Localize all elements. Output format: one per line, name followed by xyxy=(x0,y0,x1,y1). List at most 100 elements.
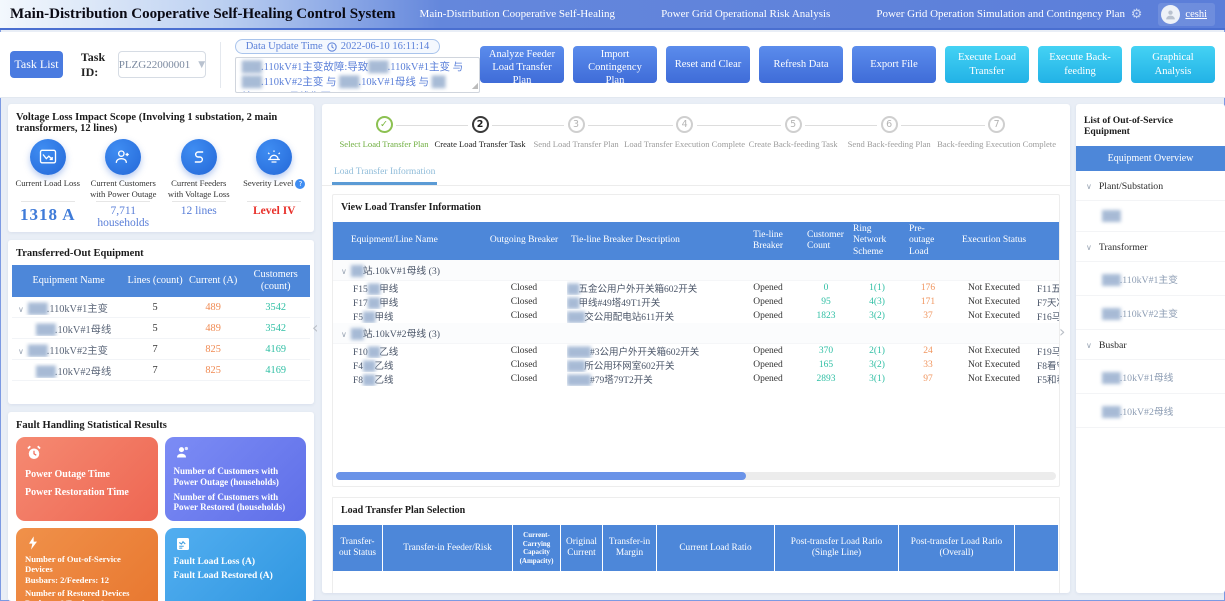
tree-item-busbar1[interactable]: ███.10kV#1母线 xyxy=(1076,360,1225,394)
step-send-backfeed-plan[interactable]: 6 Send Back-feeding Plan xyxy=(841,116,937,149)
toolbar: Task List Task ID: PLZG22000001 ▼ Data U… xyxy=(0,32,1225,98)
redacted-station: ███ xyxy=(339,77,358,88)
execute-back-feeding-button[interactable]: Execute Back-feeding xyxy=(1038,46,1122,83)
table-row[interactable]: ∨███.110kV#2主变 7 825 4169 xyxy=(12,339,310,360)
scrollbar-thumb[interactable] xyxy=(336,472,746,480)
graphical-analysis-button[interactable]: Graphical Analysis xyxy=(1131,46,1215,83)
redacted-station: ███ xyxy=(368,62,387,73)
chevron-down-icon[interactable]: ∨ xyxy=(341,267,347,276)
card-line: Fault Load Restored (A) xyxy=(174,571,298,581)
tree-busbar[interactable]: ∨Busbar xyxy=(1076,330,1225,360)
col-lines-count: Lines (count) xyxy=(125,275,185,287)
col-customers-count: Customers (count) xyxy=(241,269,310,293)
task-id-select[interactable]: PLZG22000001 ▼ xyxy=(118,51,206,78)
redacted-station: ██ xyxy=(432,77,445,88)
alarm-clock-icon xyxy=(25,444,43,462)
app-header: Main-Distribution Cooperative Self-Heali… xyxy=(0,0,1225,30)
nav-self-healing[interactable]: Main-Distribution Cooperative Self-Heali… xyxy=(420,8,616,20)
import-contingency-plan-button[interactable]: Import Contingency Plan xyxy=(573,46,657,83)
tree-item-substation[interactable]: ███ xyxy=(1076,201,1225,232)
step-backfeed-complete[interactable]: 7 Back-feeding Execution Complete xyxy=(937,116,1056,149)
step-select-plan[interactable]: ✓ Select Load Transfer Plan xyxy=(336,116,432,149)
data-update-group: Data Update Time 2022-06-10 16:11:14 ███… xyxy=(235,36,480,93)
chevron-down-icon: ∨ xyxy=(1086,243,1092,252)
reset-and-clear-button[interactable]: Reset and Clear xyxy=(666,46,750,83)
table-row[interactable]: F8██乙线 Closed ████#79塔79T2开关 Opened 2893… xyxy=(333,372,1059,386)
export-file-button[interactable]: Export File xyxy=(852,46,936,83)
group-row-busbar1[interactable]: ∨██站.10kV#1母线 (3) xyxy=(333,260,1059,281)
fault-text: .110kV#1主变 与 xyxy=(388,62,463,73)
step-create-backfeed-task[interactable]: 5 Create Back-feeding Task xyxy=(745,116,841,149)
view-table-hscrollbar[interactable] xyxy=(336,472,1056,480)
fault-load-icon xyxy=(174,535,192,553)
help-icon[interactable]: ? xyxy=(295,179,305,189)
tree-item-transformer1[interactable]: ███.110kV#1主变 xyxy=(1076,262,1225,296)
stat-severity-level: Severity Level? Level IV xyxy=(237,138,313,229)
stat-current-load-loss: Current Load Loss 1318 A xyxy=(10,138,86,229)
fault-load-card: Fault Load Loss (A) Fault Load Restored … xyxy=(165,528,307,601)
nav-simulation-contingency[interactable]: Power Grid Operation Simulation and Cont… xyxy=(876,8,1125,20)
stat-label: Current Load Loss xyxy=(10,178,86,199)
step-circle: 6 xyxy=(881,116,898,133)
plan-selection-section: Load Transfer Plan Selection Transfer-ou… xyxy=(332,497,1060,593)
redacted-station: ███ xyxy=(242,62,261,73)
tree-transformer[interactable]: ∨Transformer xyxy=(1076,232,1225,262)
severity-level-icon xyxy=(256,139,292,175)
card-line: Number of Customers with Power Outage (h… xyxy=(174,466,298,488)
nav-risk-analysis[interactable]: Power Grid Operational Risk Analysis xyxy=(661,8,830,20)
execute-load-transfer-button[interactable]: Execute Load Transfer xyxy=(945,46,1029,83)
transferred-table-header: Equipment Name Lines (count) Current (A)… xyxy=(12,265,310,297)
tab-load-transfer-information[interactable]: Load Transfer Information xyxy=(332,167,437,185)
plan-table-header: Transfer-out Status Transfer-in Feeder/R… xyxy=(333,525,1059,571)
stat-value: 7,711 households xyxy=(86,205,162,229)
step-create-task[interactable]: 2 Create Load Transfer Task xyxy=(432,116,528,149)
fault-cards: Power Outage Time Power Restoration Time… xyxy=(8,435,314,601)
col-transfer-out-status: Transfer-out Status xyxy=(333,525,383,571)
resize-handle-icon[interactable]: ◢ xyxy=(472,80,478,92)
step-execution-complete[interactable]: 4 Load Transfer Execution Complete xyxy=(624,116,745,149)
step-circle: 3 xyxy=(568,116,585,133)
table-row[interactable]: ███.10kV#2母线 7 825 4169 xyxy=(12,360,310,381)
transferred-out-panel: Transferred-Out Equipment Equipment Name… xyxy=(8,240,314,404)
col-equipment-line-name: Equipment/Line Name xyxy=(333,233,481,248)
center-panel: ✓ Select Load Transfer Plan 2 Create Loa… xyxy=(322,104,1070,593)
table-row[interactable]: F17██甲线 Closed ██甲线#49塔49T1开关 Opened 95 … xyxy=(333,295,1059,309)
card-line: Fault Load Loss (A) xyxy=(174,557,298,567)
scroll-left-arrow-icon[interactable]: ‹ xyxy=(312,318,318,337)
chevron-down-icon: ∨ xyxy=(1086,182,1092,191)
tree-plant-substation[interactable]: ∨Plant/Substation xyxy=(1076,171,1225,201)
user-menu[interactable]: ceshi xyxy=(1158,3,1215,26)
table-row[interactable]: F10██乙线 Closed ████#3公用户外开关箱602开关 Opened… xyxy=(333,344,1059,358)
card-line: Number of Restored Devices xyxy=(25,588,149,598)
scroll-right-arrow-icon[interactable]: › xyxy=(1059,322,1065,341)
col-outgoing-breaker: Outgoing Breaker xyxy=(481,233,567,248)
devices-card: Number of Out-of-Service Devices Busbars… xyxy=(16,528,158,601)
table-row[interactable]: ███.10kV#1母线 5 489 3542 xyxy=(12,318,310,339)
step-circle: 4 xyxy=(676,116,693,133)
stat-label: Severity Level? xyxy=(237,178,313,199)
chevron-down-icon[interactable]: ∨ xyxy=(18,347,24,356)
tree-item-busbar2[interactable]: ███.10kV#2母线 xyxy=(1076,394,1225,428)
fault-description-textarea[interactable]: ███.110kV#1主变故障:导致███.110kV#1主变 与 ███.11… xyxy=(235,57,480,93)
step-send-plan[interactable]: 3 Send Load Transfer Plan xyxy=(528,116,624,149)
col-clipped xyxy=(1037,239,1059,243)
task-list-button[interactable]: Task List xyxy=(10,51,63,78)
view-section-title: View Load Transfer Information xyxy=(333,195,1059,222)
group-row-busbar2[interactable]: ∨██站.10kV#2母线 (3) xyxy=(333,323,1059,344)
gear-icon[interactable]: ⚙ xyxy=(1131,7,1143,22)
analyze-feeder-plan-button[interactable]: Analyze Feeder Load Transfer Plan xyxy=(480,46,564,83)
equipment-overview-button[interactable]: Equipment Overview xyxy=(1076,146,1225,171)
table-row[interactable]: F4██乙线 Closed ███所公用环网室602开关 Opened 165 … xyxy=(333,358,1059,372)
col-tie-line-breaker: Tie-line Breaker xyxy=(733,228,803,255)
table-row[interactable]: F5██甲线 Closed ███交公用配电站611开关 Opened 1823… xyxy=(333,309,1059,323)
customers-card: Number of Customers with Power Outage (h… xyxy=(165,437,307,521)
card-line: Power Outage Time xyxy=(25,469,149,480)
chevron-down-icon[interactable]: ∨ xyxy=(341,330,347,339)
table-row[interactable]: F15██甲线 Closed ██五金公用户外开关箱602开关 Opened 0… xyxy=(333,281,1059,295)
transferred-out-title: Transferred-Out Equipment xyxy=(8,240,314,263)
chevron-down-icon[interactable]: ∨ xyxy=(18,305,24,314)
table-row[interactable]: ∨███.110kV#1主变 5 489 3542 xyxy=(12,297,310,318)
tree-item-transformer2[interactable]: ███.110kV#2主变 xyxy=(1076,296,1225,330)
refresh-data-button[interactable]: Refresh Data xyxy=(759,46,843,83)
workflow-stepper: ✓ Select Load Transfer Plan 2 Create Loa… xyxy=(322,104,1070,149)
